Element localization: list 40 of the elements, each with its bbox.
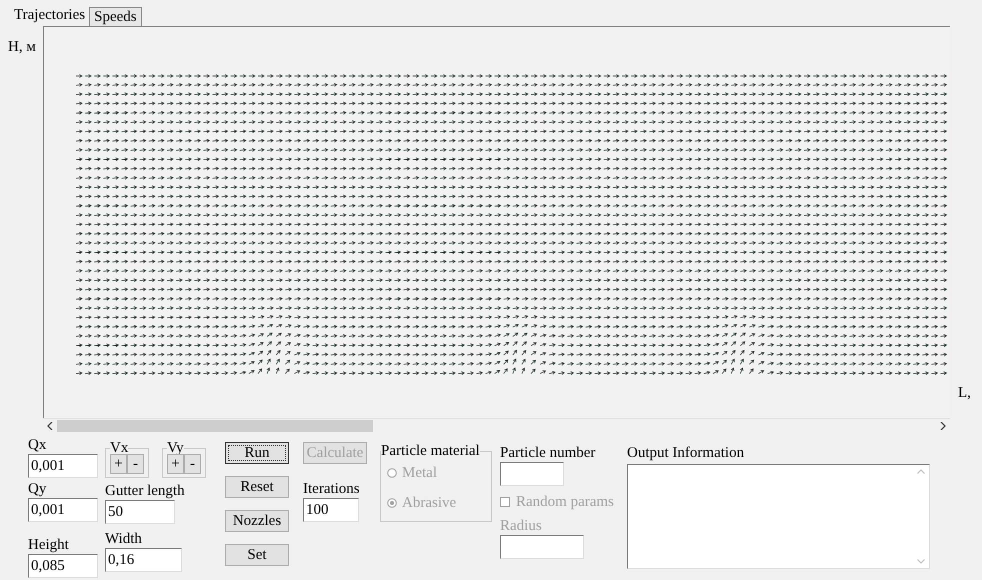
- action-button[interactable]: Nozzles: [225, 510, 289, 532]
- field-label: Qx: [28, 436, 48, 454]
- field-label: Output Information: [627, 444, 746, 462]
- tab[interactable]: Speeds: [89, 7, 142, 26]
- field-label: Height: [28, 536, 70, 554]
- chevron-down-icon[interactable]: [917, 559, 925, 564]
- field-label: Particle number: [500, 444, 596, 462]
- input-field[interactable]: 0,16: [105, 548, 182, 572]
- input-field[interactable]: 0,085: [28, 554, 98, 578]
- radio-label: Metal: [402, 464, 437, 482]
- action-button[interactable]: Run: [225, 442, 289, 464]
- minus-button[interactable]: -: [184, 454, 201, 474]
- output-text-area[interactable]: [627, 464, 930, 569]
- input-field[interactable]: [500, 535, 584, 559]
- scrollbar-thumb[interactable]: [57, 420, 373, 432]
- group-label: Particle material: [381, 444, 480, 458]
- field-label: Iterations: [303, 480, 361, 498]
- chevron-left-icon[interactable]: [47, 422, 53, 430]
- stepper-label: Vy: [167, 442, 184, 454]
- stepper-label: Vx: [110, 442, 128, 454]
- radio-label: Abrasive: [402, 494, 456, 512]
- action-button[interactable]: Set: [225, 544, 289, 566]
- field-label: Gutter length: [105, 482, 186, 500]
- plus-button[interactable]: +: [167, 454, 184, 474]
- input-field[interactable]: 100: [303, 498, 359, 522]
- action-button[interactable]: Reset: [225, 476, 289, 498]
- input-field[interactable]: [500, 462, 564, 486]
- input-field[interactable]: 0,001: [28, 498, 98, 522]
- field-label: Width: [105, 530, 143, 548]
- plus-button[interactable]: +: [110, 454, 127, 474]
- minus-button[interactable]: -: [127, 454, 144, 474]
- chevron-up-icon[interactable]: [917, 469, 925, 474]
- input-field[interactable]: 0,001: [28, 454, 98, 478]
- field-label: Radius: [500, 517, 543, 535]
- checkbox-label: Random params: [516, 493, 614, 511]
- axis-label: L,: [958, 384, 972, 402]
- axis-label: H, м: [8, 38, 37, 56]
- input-field[interactable]: 50: [105, 500, 175, 524]
- chevron-right-icon[interactable]: [940, 422, 946, 430]
- field-label: Qy: [28, 480, 48, 498]
